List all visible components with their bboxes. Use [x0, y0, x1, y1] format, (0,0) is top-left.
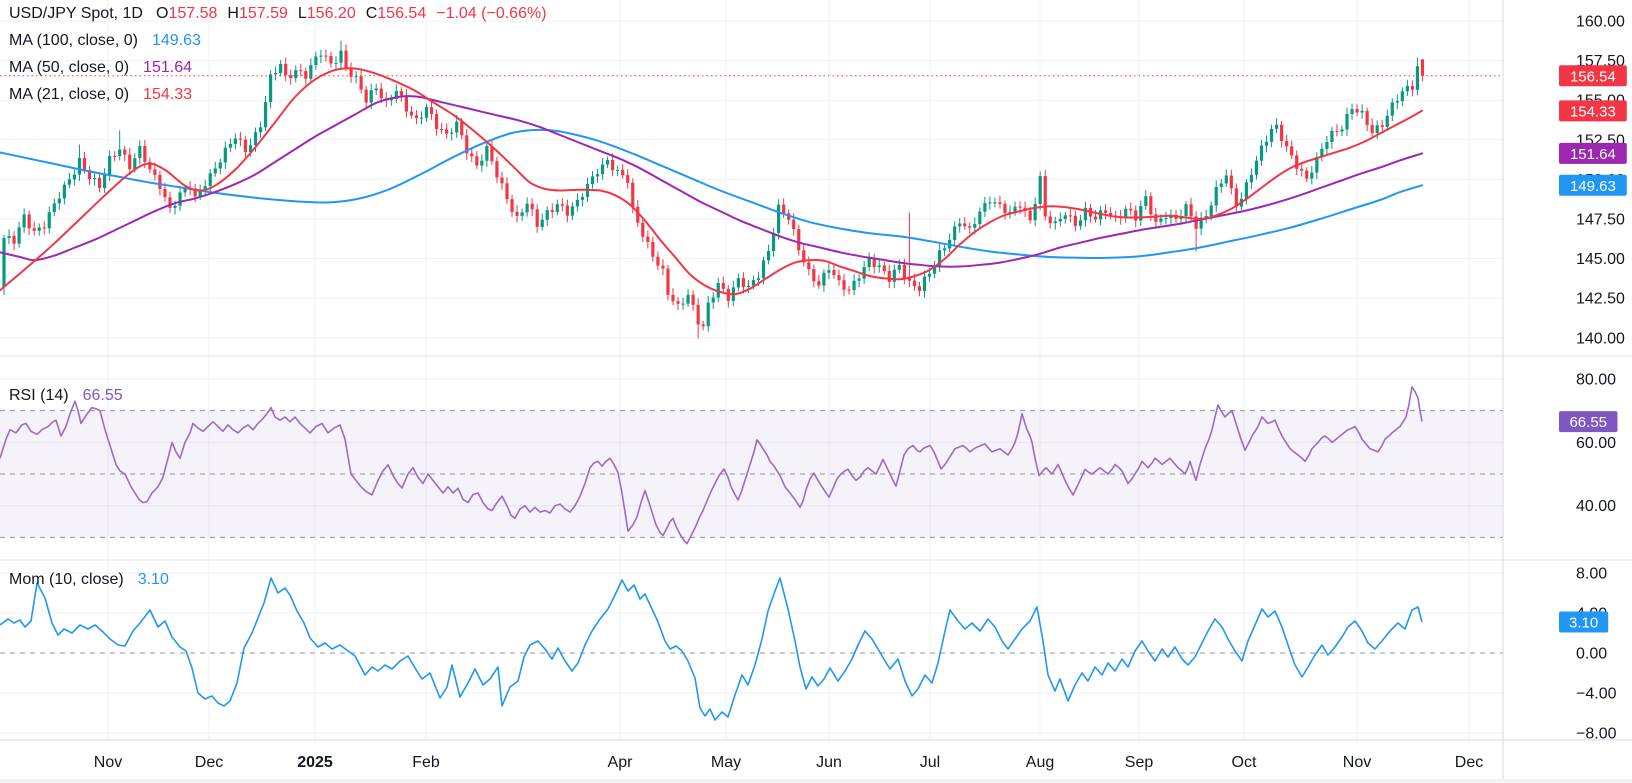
price-axis-label: 140.00: [1576, 330, 1625, 347]
price-axis-label: 160.00: [1576, 14, 1625, 31]
time-axis-label: Dec: [1455, 754, 1483, 771]
time-axis-label: May: [711, 754, 741, 771]
svg-text:149.63: 149.63: [1570, 178, 1616, 195]
svg-text:154.33: 154.33: [1570, 103, 1616, 120]
axis-price-badge: 66.55: [1559, 411, 1618, 432]
svg-text:156.54: 156.54: [1570, 68, 1616, 85]
mom-axis-label: −8.00: [1576, 726, 1617, 743]
time-axis-label: Jul: [920, 754, 940, 771]
axis-price-badge: 149.63: [1559, 175, 1627, 196]
axis-price-badge: 3.10: [1559, 612, 1608, 633]
axis-price-badge: 151.64: [1559, 143, 1627, 164]
mom-axis-label: −4.00: [1576, 686, 1617, 703]
ma50-line: [0, 96, 1422, 267]
time-axis-label: Oct: [1232, 754, 1257, 771]
price-axis-label: 147.50: [1576, 212, 1625, 229]
ma100-line: [0, 130, 1422, 258]
time-axis-label: Sep: [1125, 754, 1154, 771]
rsi-axis-label: 40.00: [1576, 498, 1616, 515]
svg-text:3.10: 3.10: [1569, 615, 1598, 632]
rsi-axis-label: 80.00: [1576, 372, 1616, 389]
price-axis-label: 142.50: [1576, 291, 1625, 308]
chart-canvas[interactable]: 160.00157.50155.00152.50150.00147.50145.…: [0, 0, 1632, 783]
mom-axis-label: 8.00: [1576, 566, 1607, 583]
time-axis-label: Nov: [94, 754, 122, 771]
axis-price-badge: 156.54: [1559, 65, 1627, 86]
time-axis-label: Dec: [195, 754, 223, 771]
time-axis-label: 2025: [297, 754, 333, 771]
axis-price-badge: 154.33: [1559, 100, 1627, 121]
time-axis-label: Nov: [1343, 754, 1371, 771]
rsi-axis-label: 60.00: [1576, 435, 1616, 452]
gridlines: [0, 0, 1503, 740]
price-axis-label: 145.00: [1576, 251, 1625, 268]
time-axis-label: Jun: [816, 754, 842, 771]
svg-text:151.64: 151.64: [1570, 146, 1616, 163]
mom-axis-label: 0.00: [1576, 646, 1607, 663]
candlestick-series: [2, 41, 1424, 339]
bottom-edge: [0, 779, 1632, 783]
mom-line: [0, 578, 1422, 720]
svg-text:66.55: 66.55: [1569, 414, 1607, 431]
time-axis-label: Feb: [412, 754, 440, 771]
time-axis-label: Apr: [608, 754, 634, 771]
ma21-line: [0, 68, 1422, 294]
time-axis-label: Aug: [1026, 754, 1054, 771]
trading-chart-app: 160.00157.50155.00152.50150.00147.50145.…: [0, 0, 1632, 783]
